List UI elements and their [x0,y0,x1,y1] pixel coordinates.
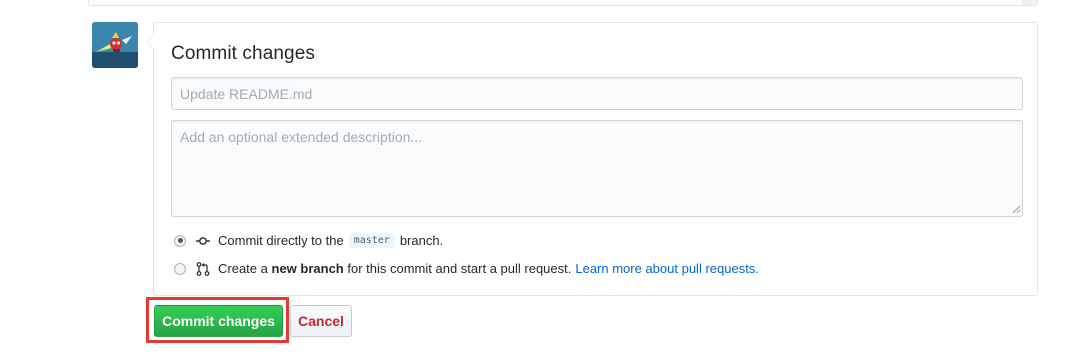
new-branch-middle: for this commit and start a pull request… [347,261,572,276]
branch-name-badge: master [348,233,395,248]
commit-description-input[interactable] [171,120,1023,217]
commit-summary-input[interactable] [171,77,1023,110]
file-editor-bottom-edge [88,0,1038,6]
avatar-image [92,22,138,68]
new-branch-prefix: Create a [218,261,268,276]
speech-caret-fill [147,34,155,50]
new-branch-bold: new branch [271,261,344,276]
commit-directly-prefix: Commit directly to the [218,233,344,248]
new-branch-radio[interactable] [174,262,186,275]
new-branch-option[interactable]: Create a new branch for this commit and … [174,261,759,276]
commit-changes-button[interactable]: Commit changes [154,305,283,337]
cancel-button[interactable]: Cancel [290,305,352,337]
commit-form: Commit changes Commit directly to the ma… [146,22,1038,296]
commit-form-title: Commit changes [171,43,315,64]
resize-grip-icon[interactable] [1011,204,1021,214]
git-commit-icon [196,236,210,245]
user-avatar[interactable] [92,22,138,68]
commit-directly-radio[interactable] [174,234,186,247]
commit-directly-option[interactable]: Commit directly to the master branch. [174,233,443,248]
learn-more-pull-requests-link[interactable]: Learn more about pull requests. [575,261,759,276]
editor-scrollbar[interactable] [1022,0,1037,5]
git-pull-request-icon [196,261,210,276]
commit-directly-suffix: branch. [399,233,444,248]
